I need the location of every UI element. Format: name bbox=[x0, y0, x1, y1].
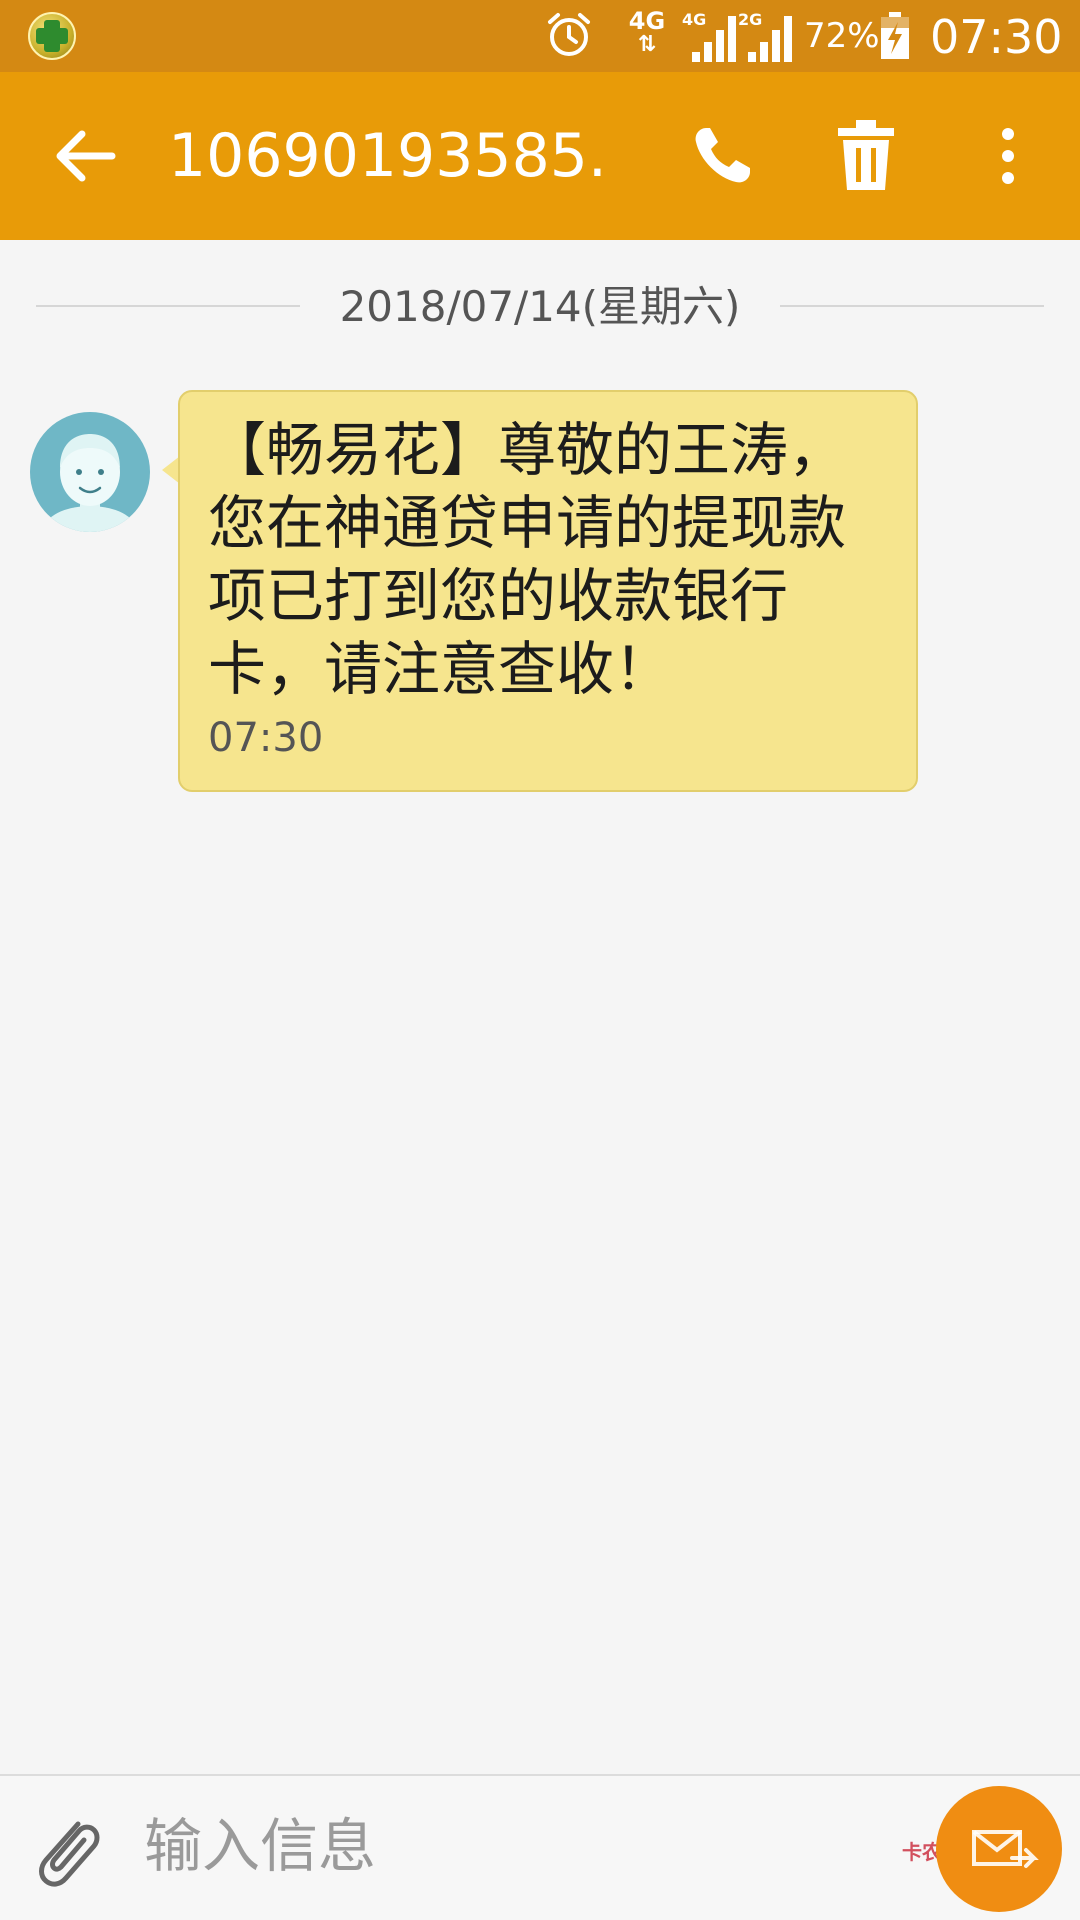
trash-icon[interactable] bbox=[830, 118, 902, 194]
person-icon bbox=[44, 434, 136, 532]
date-divider-left bbox=[36, 305, 300, 307]
status-bar: 4G ⇅ 4G 2G 72% 07:30 bbox=[0, 0, 1080, 72]
compose-bar: 卡农社区 bbox=[0, 1774, 1080, 1920]
signal-strength-sim1-icon: 4G bbox=[682, 10, 738, 62]
status-time: 07:30 bbox=[930, 10, 1063, 64]
battery-charging-icon bbox=[881, 12, 909, 59]
contact-avatar[interactable] bbox=[30, 412, 150, 532]
message-text: 【畅易花】尊敬的王涛，您在神通贷申请的提现款项已打到您的收款银行卡，请注意查收！ bbox=[208, 416, 847, 703]
date-header: 2018/07/14(星期六) bbox=[339, 282, 741, 331]
more-options-icon[interactable] bbox=[986, 118, 1030, 194]
network-type-indicator: 4G ⇅ bbox=[628, 7, 666, 57]
security-app-icon bbox=[28, 12, 76, 60]
alarm-icon bbox=[548, 13, 590, 56]
date-divider-right bbox=[780, 305, 1044, 307]
conversation-title: 10690193585... bbox=[168, 121, 608, 191]
phone-icon[interactable] bbox=[686, 120, 758, 192]
message-bubble[interactable]: 【畅易花】尊敬的王涛，您在神通贷申请的提现款项已打到您的收款银行卡，请注意查收！… bbox=[178, 390, 918, 792]
signal-strength-sim2-icon: 2G bbox=[738, 10, 794, 62]
battery-percentage: 72% bbox=[804, 16, 880, 56]
conversation-toolbar: 10690193585... bbox=[0, 72, 1080, 240]
message-input[interactable] bbox=[144, 1806, 864, 1886]
back-arrow-icon[interactable] bbox=[46, 116, 126, 196]
send-message-icon bbox=[972, 1830, 1039, 1868]
message-time: 07:30 bbox=[208, 715, 324, 761]
paperclip-icon[interactable] bbox=[28, 1810, 104, 1890]
send-button[interactable] bbox=[936, 1786, 1062, 1912]
